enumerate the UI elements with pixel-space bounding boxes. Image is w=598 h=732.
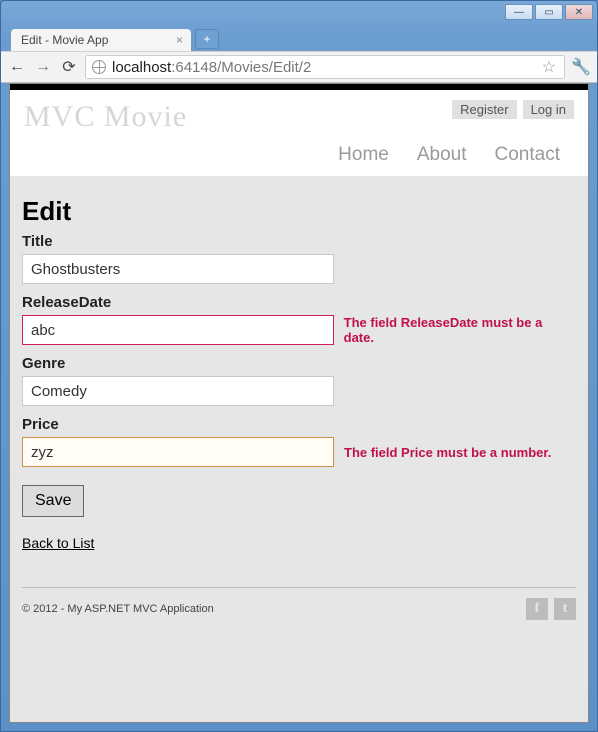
nav-about[interactable]: About bbox=[417, 144, 467, 166]
browser-window: — ▭ ✕ Edit - Movie App × + ← → ⟳ localho… bbox=[0, 0, 598, 732]
address-bar[interactable]: localhost:64148/Movies/Edit/2 ☆ bbox=[85, 55, 565, 79]
error-release-date: The field ReleaseDate must be a date. bbox=[344, 315, 576, 345]
url-host: localhost bbox=[112, 59, 171, 76]
input-title[interactable] bbox=[22, 254, 334, 284]
input-genre[interactable] bbox=[22, 376, 334, 406]
browser-tab[interactable]: Edit - Movie App × bbox=[11, 29, 191, 51]
twitter-icon[interactable]: t bbox=[554, 598, 576, 620]
facebook-icon[interactable]: f bbox=[526, 598, 548, 620]
copyright-text: © 2012 - My ASP.NET MVC Application bbox=[22, 603, 214, 615]
field-price: Price The field Price must be a number. bbox=[22, 416, 576, 467]
back-button[interactable]: ← bbox=[7, 57, 27, 77]
globe-icon bbox=[92, 60, 106, 74]
page-heading: Edit bbox=[22, 196, 576, 227]
label-title: Title bbox=[22, 233, 576, 250]
maximize-button[interactable]: ▭ bbox=[535, 4, 563, 20]
tab-strip: Edit - Movie App × + bbox=[1, 23, 597, 51]
field-genre: Genre bbox=[22, 355, 576, 406]
label-price: Price bbox=[22, 416, 576, 433]
bookmark-icon[interactable]: ☆ bbox=[540, 57, 558, 77]
close-tab-icon[interactable]: × bbox=[176, 33, 183, 47]
save-button[interactable]: Save bbox=[22, 485, 84, 517]
content-area: Edit Title ReleaseDate The field Release… bbox=[10, 176, 588, 722]
error-price: The field Price must be a number. bbox=[344, 445, 551, 460]
new-tab-button[interactable]: + bbox=[195, 29, 219, 49]
back-to-list-link[interactable]: Back to List bbox=[22, 535, 94, 551]
window-titlebar: — ▭ ✕ bbox=[1, 1, 597, 23]
auth-links: Register Log in bbox=[452, 100, 574, 119]
minimize-button[interactable]: — bbox=[505, 4, 533, 20]
page-viewport: MVC Movie Register Log in Home About Con… bbox=[9, 83, 589, 723]
social-links: f t bbox=[526, 598, 576, 620]
main-nav: Home About Contact bbox=[24, 134, 574, 170]
settings-icon[interactable]: 🔧 bbox=[571, 57, 591, 77]
register-link[interactable]: Register bbox=[452, 100, 516, 119]
label-genre: Genre bbox=[22, 355, 576, 372]
input-release-date[interactable] bbox=[22, 315, 334, 345]
nav-contact[interactable]: Contact bbox=[495, 144, 560, 166]
forward-button[interactable]: → bbox=[33, 57, 53, 77]
input-price[interactable] bbox=[22, 437, 334, 467]
close-window-button[interactable]: ✕ bbox=[565, 4, 593, 20]
url-port: :64148 bbox=[171, 59, 217, 76]
label-release-date: ReleaseDate bbox=[22, 294, 576, 311]
nav-home[interactable]: Home bbox=[338, 144, 389, 166]
reload-button[interactable]: ⟳ bbox=[59, 57, 79, 77]
url-path: /Movies/Edit/2 bbox=[217, 59, 311, 76]
site-footer: © 2012 - My ASP.NET MVC Application f t bbox=[22, 587, 576, 634]
toolbar: ← → ⟳ localhost:64148/Movies/Edit/2 ☆ 🔧 bbox=[1, 51, 597, 83]
url-text: localhost:64148/Movies/Edit/2 bbox=[112, 59, 311, 76]
field-release-date: ReleaseDate The field ReleaseDate must b… bbox=[22, 294, 576, 345]
tab-title: Edit - Movie App bbox=[21, 33, 108, 47]
login-link[interactable]: Log in bbox=[523, 100, 574, 119]
field-title: Title bbox=[22, 233, 576, 284]
site-header: MVC Movie Register Log in Home About Con… bbox=[10, 90, 588, 176]
